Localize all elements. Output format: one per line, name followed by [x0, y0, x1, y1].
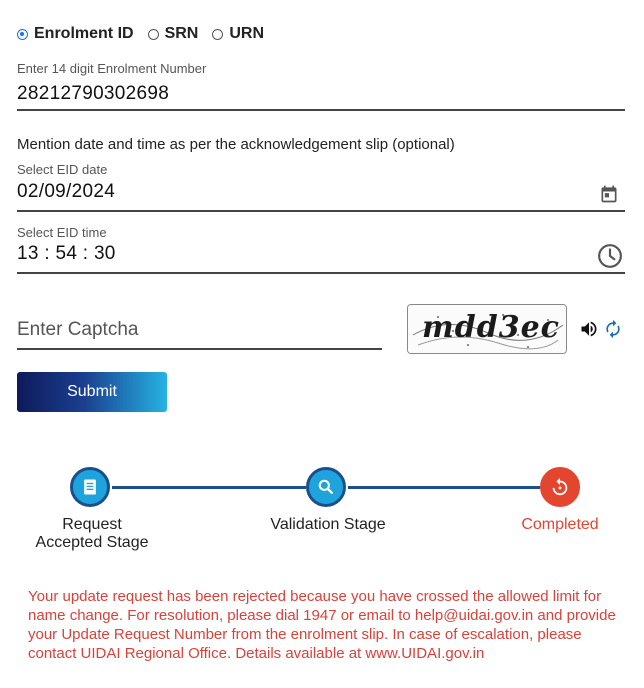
eid-date-underline [17, 210, 625, 212]
stage-completed [540, 467, 580, 507]
enrolment-number-underline [17, 109, 625, 111]
enrolment-number-field[interactable]: 28212790302698 [17, 83, 169, 105]
refresh-icon[interactable] [602, 318, 624, 340]
radio-enrolment-id[interactable]: Enrolment ID [17, 25, 134, 43]
rejection-message: Your update request has been rejected be… [28, 588, 616, 662]
eid-time-field[interactable]: 13 : 54 : 30 [17, 243, 116, 265]
radio-urn-dot[interactable] [212, 28, 224, 40]
document-icon [84, 479, 96, 495]
enrolment-number-label: Enter 14 digit Enrolment Number [17, 61, 207, 76]
radio-enrolment-id-label: Enrolment ID [34, 25, 134, 42]
radio-srn-dot[interactable] [147, 28, 159, 40]
id-type-radio-group: Enrolment ID SRN URN [17, 24, 278, 44]
stage-request-label-line1: Request [62, 516, 122, 533]
stage-validation [306, 467, 346, 507]
stage-completed-label: Completed [521, 516, 599, 533]
search-icon [318, 479, 333, 494]
clock-icon[interactable] [596, 242, 624, 270]
rejected-icon [552, 477, 568, 496]
radio-urn[interactable]: URN [212, 25, 264, 43]
stage-validation-label: Validation Stage [270, 516, 386, 533]
stage-connector-2 [348, 486, 540, 489]
radio-enrolment-id-dot[interactable] [17, 28, 28, 40]
submit-button[interactable]: Submit [17, 372, 167, 412]
eid-date-field[interactable]: 02/09/2024 [17, 181, 115, 203]
stage-request-label-line2: Accepted Stage [35, 534, 149, 551]
captcha-image: mdd3ec [407, 304, 567, 354]
date-time-note: Mention date and time as per the acknowl… [17, 136, 455, 153]
eid-time-underline [17, 272, 625, 274]
eid-date-label: Select EID date [17, 162, 108, 177]
eid-time-label: Select EID time [17, 225, 107, 240]
speaker-icon[interactable] [578, 319, 600, 339]
stage-request-label: Request Accepted Stage [22, 516, 162, 552]
stage-connector-1 [112, 486, 306, 489]
captcha-input[interactable] [17, 312, 382, 350]
radio-srn[interactable]: SRN [147, 25, 199, 43]
stage-request-accepted [70, 467, 110, 507]
captcha-text: mdd3ec [422, 310, 560, 345]
radio-urn-label: URN [229, 25, 265, 42]
calendar-icon[interactable] [598, 183, 620, 205]
radio-srn-label: SRN [164, 25, 199, 42]
